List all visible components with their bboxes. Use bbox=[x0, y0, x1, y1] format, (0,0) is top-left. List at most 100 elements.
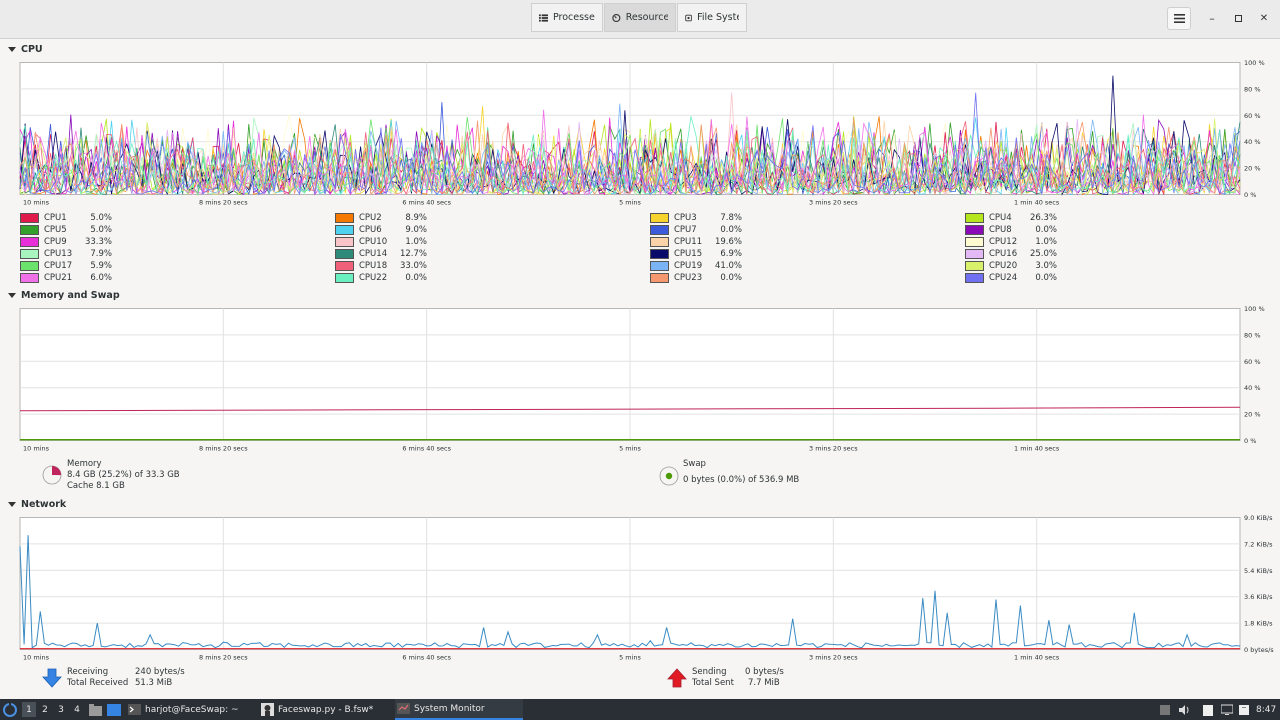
color-swatch[interactable] bbox=[965, 273, 984, 283]
cpu-section-header[interactable]: CPU bbox=[8, 44, 43, 55]
cpu-name: CPU6 bbox=[359, 225, 382, 235]
hamburger-icon bbox=[1173, 14, 1185, 23]
workspace-3[interactable]: 3 bbox=[54, 702, 68, 717]
network-section-header[interactable]: Network bbox=[8, 499, 66, 510]
tab-file-systems-label: File Systems bbox=[697, 12, 739, 23]
color-swatch[interactable] bbox=[20, 261, 39, 271]
main-menu-button[interactable] bbox=[1167, 7, 1191, 30]
cpu-percent: 1.0% bbox=[1035, 237, 1057, 247]
color-swatch[interactable] bbox=[650, 237, 669, 247]
cpu-legend-item-cpu20[interactable]: CPU20 3.0% bbox=[965, 260, 1057, 272]
color-swatch[interactable] bbox=[335, 213, 354, 223]
memory-pie-icon bbox=[42, 465, 62, 485]
cpu-legend-item-cpu10[interactable]: CPU10 1.0% bbox=[335, 236, 427, 248]
workspace-1[interactable]: 1 bbox=[22, 702, 36, 717]
cpu-percent: 7.8% bbox=[720, 213, 742, 223]
minimize-button[interactable]: – bbox=[1204, 10, 1220, 26]
workspace-4[interactable]: 4 bbox=[70, 702, 84, 717]
cpu-name: CPU22 bbox=[359, 273, 388, 283]
collapse-arrow-icon bbox=[8, 47, 16, 52]
cpu-legend-item-cpu5[interactable]: CPU5 5.0% bbox=[20, 224, 112, 236]
cpu-legend-item-cpu2[interactable]: CPU2 8.9% bbox=[335, 212, 427, 224]
cpu-percent: 3.0% bbox=[1035, 261, 1057, 271]
color-swatch[interactable] bbox=[965, 237, 984, 247]
color-swatch[interactable] bbox=[335, 261, 354, 271]
taskbar-window-faceswap[interactable]: Faceswap.py - B.fsw* bbox=[261, 699, 373, 720]
tray-clipboard[interactable] bbox=[1202, 699, 1214, 720]
taskbar-window-terminal[interactable]: harjot@FaceSwap: ~ bbox=[128, 699, 239, 720]
collapse-arrow-icon bbox=[8, 502, 16, 507]
maximize-button[interactable] bbox=[1230, 10, 1246, 26]
close-button[interactable]: ✕ bbox=[1256, 10, 1272, 26]
y-tick-label: 9.0 KiB/s bbox=[1244, 514, 1273, 522]
cpu-legend-item-cpu4[interactable]: CPU4 26.3% bbox=[965, 212, 1057, 224]
color-swatch[interactable] bbox=[650, 249, 669, 259]
cpu-percent: 6.9% bbox=[720, 249, 742, 259]
tray-update[interactable] bbox=[1238, 699, 1250, 720]
cpu-legend-item-cpu13[interactable]: CPU13 7.9% bbox=[20, 248, 112, 260]
cpu-legend-item-cpu23[interactable]: CPU23 0.0% bbox=[650, 272, 742, 284]
cpu-legend-item-cpu16[interactable]: CPU16 25.0% bbox=[965, 248, 1057, 260]
cpu-legend-item-cpu19[interactable]: CPU19 41.0% bbox=[650, 260, 742, 272]
tray-volume[interactable] bbox=[1178, 699, 1190, 720]
cpu-name: CPU5 bbox=[44, 225, 67, 235]
cpu-legend-item-cpu18[interactable]: CPU18 33.0% bbox=[335, 260, 427, 272]
color-swatch[interactable] bbox=[965, 249, 984, 259]
cpu-legend-item-cpu1[interactable]: CPU1 5.0% bbox=[20, 212, 112, 224]
color-swatch[interactable] bbox=[965, 261, 984, 271]
desktop-launcher[interactable] bbox=[107, 699, 121, 720]
gauge-icon bbox=[612, 13, 621, 22]
color-swatch[interactable] bbox=[650, 213, 669, 223]
color-swatch[interactable] bbox=[20, 213, 39, 223]
color-swatch[interactable] bbox=[965, 225, 984, 235]
cpu-legend-item-cpu14[interactable]: CPU14 12.7% bbox=[335, 248, 427, 260]
tab-processes[interactable]: Processes bbox=[531, 3, 603, 32]
cpu-legend-item-cpu24[interactable]: CPU24 0.0% bbox=[965, 272, 1057, 284]
clock[interactable]: 8:47 bbox=[1256, 699, 1276, 720]
tray-display[interactable] bbox=[1221, 699, 1233, 720]
cpu-legend-item-cpu11[interactable]: CPU11 19.6% bbox=[650, 236, 742, 248]
cpu-legend-item-cpu3[interactable]: CPU3 7.8% bbox=[650, 212, 742, 224]
cpu-legend-item-cpu8[interactable]: CPU8 0.0% bbox=[965, 224, 1057, 236]
network-section-title: Network bbox=[21, 499, 67, 510]
cpu-legend-item-cpu7[interactable]: CPU7 0.0% bbox=[650, 224, 742, 236]
cpu-legend-item-cpu15[interactable]: CPU15 6.9% bbox=[650, 248, 742, 260]
file-manager-launcher[interactable] bbox=[89, 699, 102, 720]
cpu-legend-item-cpu22[interactable]: CPU22 0.0% bbox=[335, 272, 427, 284]
color-swatch[interactable] bbox=[335, 273, 354, 283]
color-swatch[interactable] bbox=[335, 249, 354, 259]
color-swatch[interactable] bbox=[965, 213, 984, 223]
start-menu-button[interactable] bbox=[3, 699, 17, 720]
cpu-percent: 9.0% bbox=[405, 225, 427, 235]
x-tick-label: 3 mins 20 secs bbox=[809, 654, 858, 662]
color-swatch[interactable] bbox=[20, 249, 39, 259]
cpu-legend-item-cpu17[interactable]: CPU17 5.9% bbox=[20, 260, 112, 272]
color-swatch[interactable] bbox=[335, 237, 354, 247]
cpu-legend-item-cpu9[interactable]: CPU9 33.3% bbox=[20, 236, 112, 248]
taskbar-window-system-monitor[interactable]: System Monitor bbox=[395, 699, 523, 720]
network-tray-icon bbox=[1160, 704, 1170, 715]
swap-pie-icon bbox=[659, 466, 679, 486]
memory-section-title: Memory and Swap bbox=[21, 290, 120, 301]
color-swatch[interactable] bbox=[20, 237, 39, 247]
color-swatch[interactable] bbox=[20, 273, 39, 283]
color-swatch[interactable] bbox=[650, 273, 669, 283]
swap-value: 0 bytes (0.0%) of 536.9 MB bbox=[683, 475, 800, 485]
color-swatch[interactable] bbox=[335, 225, 354, 235]
x-tick-label: 1 min 40 secs bbox=[1014, 199, 1060, 207]
workspace-label: 1 bbox=[26, 704, 32, 715]
tab-resources[interactable]: Resources bbox=[604, 3, 676, 32]
total-received-value: 51.3 MiB bbox=[135, 678, 173, 688]
color-swatch[interactable] bbox=[20, 225, 39, 235]
tab-file-systems[interactable]: File Systems bbox=[677, 3, 747, 32]
tray-network-icon[interactable] bbox=[1159, 699, 1171, 720]
cpu-legend-item-cpu21[interactable]: CPU21 6.0% bbox=[20, 272, 112, 284]
cpu-legend-item-cpu6[interactable]: CPU6 9.0% bbox=[335, 224, 427, 236]
workspace-2[interactable]: 2 bbox=[38, 702, 52, 717]
volume-icon bbox=[1179, 704, 1189, 715]
color-swatch[interactable] bbox=[650, 225, 669, 235]
memory-section-header[interactable]: Memory and Swap bbox=[8, 290, 120, 301]
swap-label: Swap bbox=[683, 459, 706, 469]
color-swatch[interactable] bbox=[650, 261, 669, 271]
cpu-legend-item-cpu12[interactable]: CPU12 1.0% bbox=[965, 236, 1057, 248]
